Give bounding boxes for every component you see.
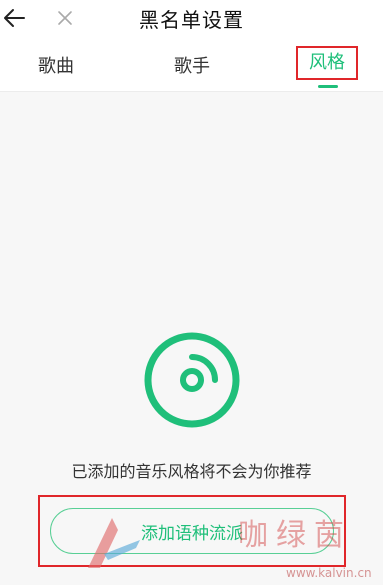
- watermark-text: 咖绿茵: [238, 518, 352, 553]
- page-title: 黑名单设置: [139, 8, 244, 32]
- tab-songs[interactable]: 歌曲: [16, 52, 96, 78]
- tab-bar: 歌曲 歌手 风格: [0, 46, 383, 90]
- tab-singers[interactable]: 歌手: [152, 52, 232, 78]
- active-tab-indicator: [318, 85, 338, 88]
- tab-style[interactable]: 风格: [296, 46, 358, 80]
- watermark-logo-icon: [88, 518, 140, 568]
- disc-icon: [142, 330, 242, 430]
- empty-state-message: 已添加的音乐风格将不会为你推荐: [71, 462, 312, 481]
- top-bar: 黑名单设置 歌曲 歌手 风格: [0, 0, 383, 92]
- watermark-url: www.kalvin.cn: [286, 566, 372, 580]
